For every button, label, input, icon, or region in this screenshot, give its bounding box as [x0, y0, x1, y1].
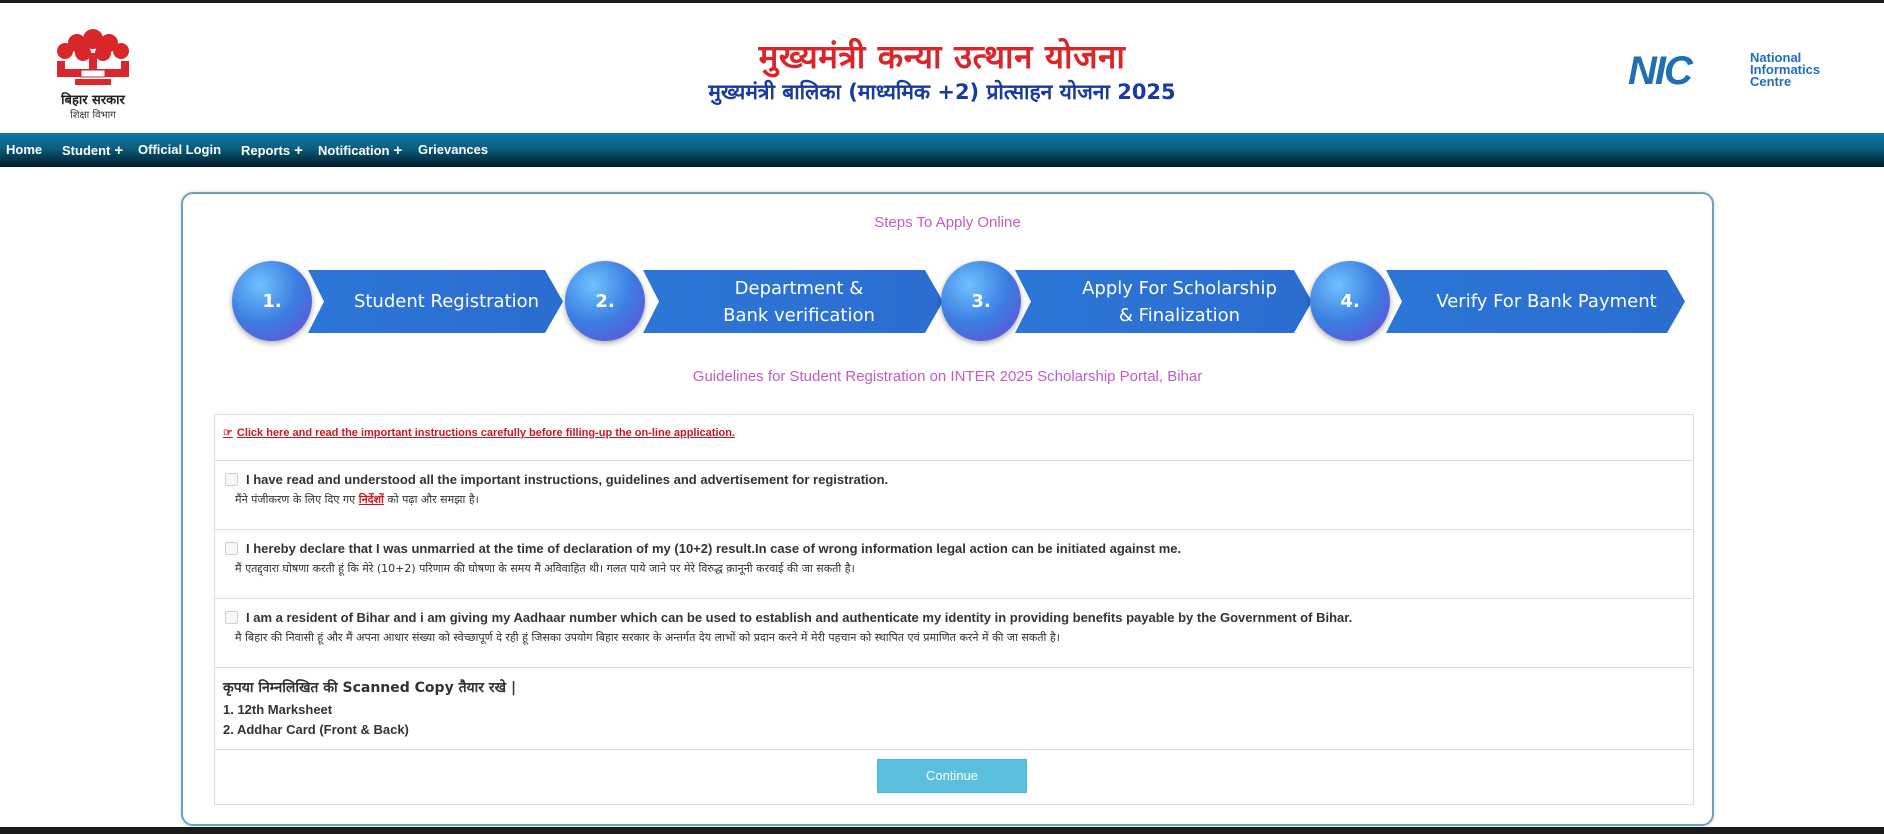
step-4-label-line1: Verify For Bank Payment: [1436, 291, 1657, 312]
declaration-row-3: I am a resident of Bihar and i am giving…: [215, 599, 1693, 668]
nav-student-label: Student: [62, 143, 111, 158]
step-3-circle: 3.: [941, 261, 1021, 341]
expand-plus-icon: +: [393, 142, 403, 159]
nav-reports-label: Reports: [241, 143, 291, 158]
nav-grievances[interactable]: Grievances: [418, 142, 488, 157]
expand-plus-icon: +: [294, 142, 303, 159]
nav-official-login-label: Official Login: [138, 142, 222, 157]
document-item-2: 2. Addhar Card (Front & Back): [223, 722, 409, 737]
declaration-2-hi: मैं एतद्द्वारा घोषणा करती हूं कि मेरे (1…: [235, 562, 855, 575]
declaration-3-en: I am a resident of Bihar and i am giving…: [246, 610, 1353, 625]
pointing-hand-icon: ☞: [223, 427, 233, 439]
declaration-1-hi-before: मैंने पंजीकरण के लिए दिए गए: [235, 493, 359, 506]
nav-notification-label: Notification: [318, 143, 390, 158]
step-2-circle: 2.: [565, 261, 645, 341]
instructions-link[interactable]: ☞ Click here and read the important instr…: [223, 426, 735, 439]
nav-reports[interactable]: Reports +: [241, 142, 303, 159]
step-2-arrow: Department & Bank verification: [643, 270, 943, 333]
declaration-1-hi: मैंने पंजीकरण के लिए दिए गए निर्देशों को…: [235, 492, 479, 507]
application-card: Steps To Apply Online Student Registrati…: [181, 192, 1714, 826]
step-3-label-line1: Apply For Scholarship: [1082, 277, 1277, 299]
instructions-row: ☞ Click here and read the important instr…: [215, 415, 1693, 461]
nav-student[interactable]: Student +: [62, 142, 123, 159]
documents-row: कृपया निम्नलिखित की Scanned Copy तैयार र…: [215, 668, 1693, 750]
instructions-link-text: Click here and read the important instru…: [236, 427, 735, 439]
step-3-arrow: Apply For Scholarship & Finalization: [1015, 270, 1312, 333]
continue-button[interactable]: Continue: [877, 759, 1027, 793]
emblem-subcaption: शिक्षा विभाग: [70, 110, 116, 121]
bottom-border: [0, 827, 1884, 834]
step-2-label-line1: Department &: [734, 277, 864, 299]
declaration-checkbox-2[interactable]: [225, 542, 238, 555]
declaration-1-hi-after: को पढ़ा और समझा है।: [383, 493, 479, 506]
step-2-label-line2: Bank verification: [723, 304, 875, 326]
instructions-hindi-link[interactable]: निर्देशों: [359, 493, 384, 506]
nav-notification[interactable]: Notification +: [318, 142, 402, 159]
nav-grievances-label: Grievances: [418, 142, 489, 157]
step-3-label-line2: & Finalization: [1118, 304, 1241, 326]
step-1-arrow: Student Registration: [308, 270, 563, 333]
step-4-arrow: Verify For Bank Payment: [1386, 270, 1685, 333]
declaration-1-en: I have read and understood all the impor…: [246, 472, 889, 487]
nav-official-login[interactable]: Official Login: [138, 142, 221, 157]
nic-mark: NIC: [1628, 49, 1693, 93]
page-subtitle: मुख्यमंत्री बालिका (माध्यमिक +2) प्रोत्स…: [708, 80, 1176, 104]
declaration-row-1: I have read and understood all the impor…: [215, 461, 1693, 530]
step-1-label-line1: Student Registration: [353, 291, 540, 312]
expand-plus-icon: +: [114, 142, 124, 159]
nic-name: National Informatics Centre: [1750, 51, 1820, 89]
nic-logo: NIC National Informatics Centre: [1628, 51, 1848, 91]
site-header: बिहार सरकार शिक्षा विभाग मुख्यमंत्री कन्…: [0, 3, 1884, 133]
declaration-row-2: I hereby declare that I was unmarried at…: [215, 530, 1693, 599]
guidelines-panel: ☞ Click here and read the important instr…: [214, 414, 1694, 805]
main-nav: Home Student + Official Login Reports + No…: [0, 133, 1884, 167]
guidelines-title: Guidelines for Student Registration on I…: [692, 368, 1203, 385]
continue-row: Continue: [215, 750, 1693, 805]
steps-title: Steps To Apply Online: [874, 214, 1021, 231]
document-item-1: 1. 12th Marksheet: [223, 702, 333, 717]
page-title: मुख्यमंत्री कन्या उत्थान योजना: [758, 37, 1126, 76]
step-1-circle: 1.: [232, 261, 312, 341]
step-4-circle: 4.: [1310, 261, 1390, 341]
nav-home[interactable]: Home: [6, 142, 42, 157]
nic-line-3: Centre: [1750, 74, 1792, 89]
nav-home-label: Home: [6, 142, 43, 157]
declaration-2-en: I hereby declare that I was unmarried at…: [246, 541, 1182, 556]
declaration-3-hi: मै बिहार की निवासी हूं और मैं अपना आधार …: [235, 631, 1060, 644]
declaration-checkbox-1[interactable]: [225, 473, 238, 486]
declaration-checkbox-3[interactable]: [225, 611, 238, 624]
documents-heading: कृपया निम्नलिखित की Scanned Copy तैयार र…: [223, 680, 517, 696]
